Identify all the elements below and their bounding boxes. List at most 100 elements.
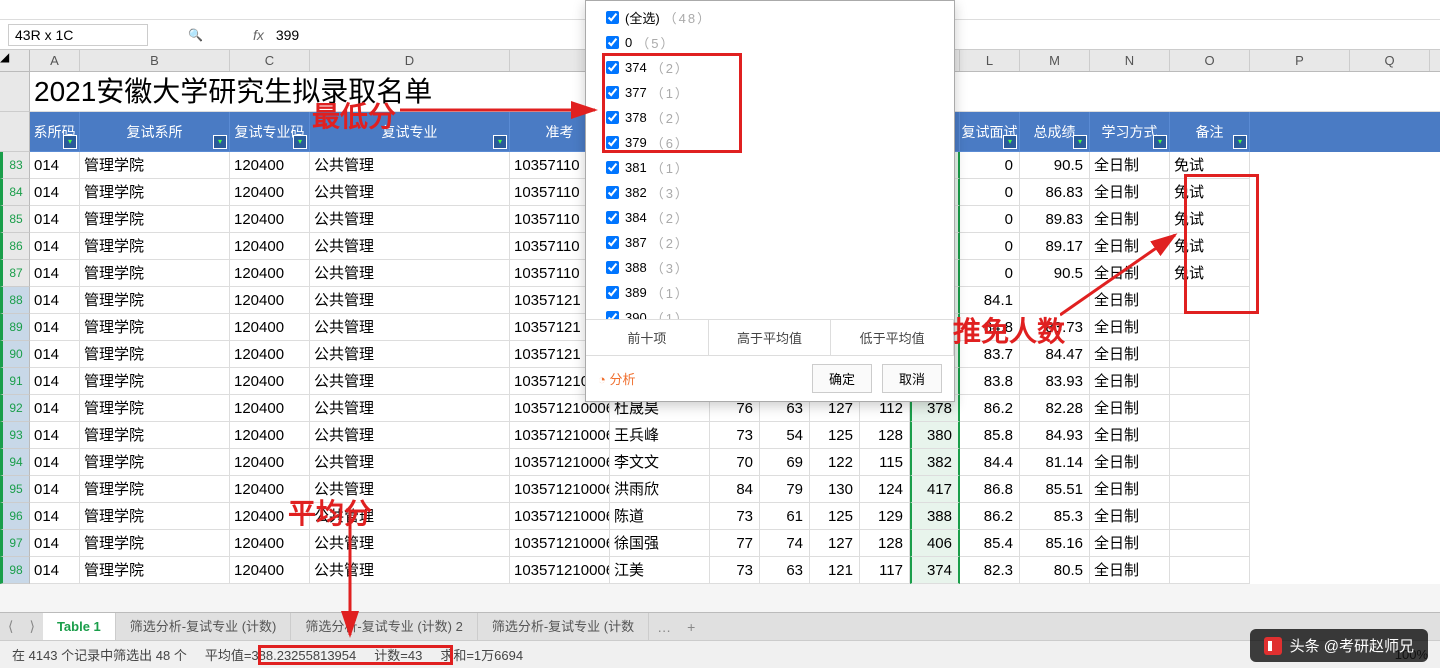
cancel-button[interactable]: 取消 (882, 364, 942, 393)
cell[interactable]: 全日制 (1090, 395, 1170, 422)
cell[interactable]: 74 (760, 530, 810, 557)
cell[interactable] (1170, 368, 1250, 395)
cell[interactable]: 全日制 (1090, 503, 1170, 530)
col-header[interactable]: A (30, 50, 80, 71)
cell[interactable]: 免试 (1170, 152, 1250, 179)
tab-add-icon[interactable]: + (679, 619, 703, 635)
filter-icon[interactable]: ▾ (213, 135, 227, 149)
row-number[interactable]: 89 (0, 314, 30, 341)
cell[interactable]: 014 (30, 476, 80, 503)
cell[interactable]: 014 (30, 503, 80, 530)
filter-item[interactable]: 0（5） (586, 30, 954, 55)
cell[interactable]: 全日制 (1090, 179, 1170, 206)
cell[interactable]: 120400 (230, 530, 310, 557)
cell[interactable]: 公共管理 (310, 287, 510, 314)
cell[interactable]: 120400 (230, 260, 310, 287)
cell[interactable]: 124 (860, 476, 910, 503)
cell[interactable]: 全日制 (1090, 152, 1170, 179)
cell[interactable]: 公共管理 (310, 233, 510, 260)
cell[interactable]: 117 (860, 557, 910, 584)
filter-below-avg-button[interactable]: 低于平均值 (831, 320, 954, 355)
filter-icon[interactable]: ▾ (63, 135, 77, 149)
filter-item[interactable]: 384（2） (586, 205, 954, 230)
cell[interactable]: 380 (910, 422, 960, 449)
cell[interactable]: 管理学院 (80, 395, 230, 422)
filter-item[interactable]: 389（1） (586, 280, 954, 305)
filter-icon[interactable]: ▾ (493, 135, 507, 149)
cell[interactable]: 免试 (1170, 179, 1250, 206)
row-number[interactable]: 83 (0, 152, 30, 179)
col-header[interactable]: P (1250, 50, 1350, 71)
name-box[interactable] (8, 24, 148, 46)
cell[interactable]: 127 (810, 530, 860, 557)
header-cell[interactable]: 复试专业码▾ (230, 112, 310, 152)
cell[interactable]: 李文文 (610, 449, 710, 476)
cell[interactable]: 82.28 (1020, 395, 1090, 422)
cell[interactable] (1170, 422, 1250, 449)
cell[interactable]: 王兵峰 (610, 422, 710, 449)
cell[interactable]: 0 (960, 179, 1020, 206)
filter-item[interactable]: 378（2） (586, 105, 954, 130)
cell[interactable]: 90.5 (1020, 152, 1090, 179)
filter-above-avg-button[interactable]: 高于平均值 (709, 320, 832, 355)
cell[interactable]: 85.4 (960, 530, 1020, 557)
cell[interactable]: 管理学院 (80, 179, 230, 206)
sheet-tab[interactable]: 筛选分析-复试专业 (计数) (116, 613, 292, 641)
cell[interactable]: 73 (710, 422, 760, 449)
cell[interactable]: 管理学院 (80, 260, 230, 287)
analyze-link[interactable]: 分析 (598, 369, 635, 388)
zoom-icon[interactable]: 🔍 (188, 28, 203, 42)
tab-more-icon[interactable]: … (649, 619, 679, 635)
cell[interactable]: 86.2 (960, 395, 1020, 422)
cell[interactable]: 388 (910, 503, 960, 530)
cell[interactable]: 管理学院 (80, 233, 230, 260)
cell[interactable]: 120400 (230, 152, 310, 179)
col-header[interactable]: Q (1350, 50, 1430, 71)
cell[interactable]: 103571210006185 (510, 449, 610, 476)
cell[interactable]: 77 (710, 530, 760, 557)
cell[interactable]: 73 (710, 503, 760, 530)
row-header[interactable] (0, 112, 30, 152)
cell[interactable]: 014 (30, 152, 80, 179)
cell[interactable]: 014 (30, 233, 80, 260)
cell[interactable]: 全日制 (1090, 530, 1170, 557)
row-number[interactable]: 92 (0, 395, 30, 422)
header-cell[interactable]: 学习方式▾ (1090, 112, 1170, 152)
cell[interactable]: 115 (860, 449, 910, 476)
cell[interactable]: 85.16 (1020, 530, 1090, 557)
header-cell[interactable]: 复试面试▾ (960, 112, 1020, 152)
filter-select-all[interactable]: (全选) （48） (586, 5, 954, 30)
filter-item[interactable]: 390（1） (586, 305, 954, 319)
cell[interactable]: 公共管理 (310, 368, 510, 395)
row-header[interactable] (0, 72, 30, 112)
cell[interactable]: 管理学院 (80, 206, 230, 233)
cell[interactable]: 014 (30, 395, 80, 422)
cell[interactable]: 125 (810, 503, 860, 530)
sheet-tab[interactable]: 筛选分析-复试专业 (计数) 2 (291, 613, 477, 641)
cell[interactable]: 80.5 (1020, 557, 1090, 584)
row-number[interactable]: 95 (0, 476, 30, 503)
cell[interactable]: 014 (30, 449, 80, 476)
cell[interactable]: 63 (760, 557, 810, 584)
cell[interactable] (1170, 341, 1250, 368)
cell[interactable]: 86.8 (960, 476, 1020, 503)
cell[interactable]: 89.83 (1020, 206, 1090, 233)
cell[interactable]: 85.3 (1020, 503, 1090, 530)
cell[interactable]: 120400 (230, 341, 310, 368)
cell[interactable]: 406 (910, 530, 960, 557)
cell[interactable]: 陈道 (610, 503, 710, 530)
cell[interactable]: 014 (30, 368, 80, 395)
cell[interactable]: 管理学院 (80, 476, 230, 503)
tab-next-icon[interactable]: ⟩ (21, 618, 42, 635)
cell[interactable]: 83.93 (1020, 368, 1090, 395)
cell[interactable]: 公共管理 (310, 314, 510, 341)
col-header[interactable]: C (230, 50, 310, 71)
cell[interactable]: 103571210006191 (510, 476, 610, 503)
cell[interactable]: 103571210006196 (510, 503, 610, 530)
ok-button[interactable]: 确定 (812, 364, 872, 393)
cell[interactable]: 014 (30, 557, 80, 584)
row-number[interactable]: 87 (0, 260, 30, 287)
cell[interactable]: 014 (30, 530, 80, 557)
cell[interactable]: 管理学院 (80, 557, 230, 584)
col-header[interactable]: M (1020, 50, 1090, 71)
